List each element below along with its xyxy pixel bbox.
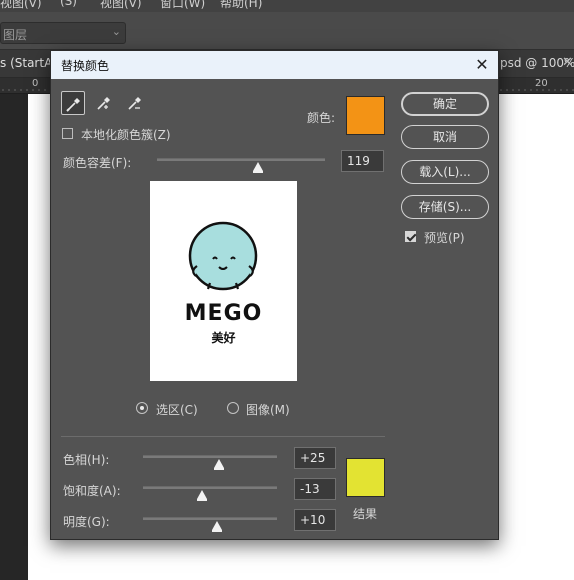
preview-brand-text: MEGO bbox=[184, 301, 263, 326]
localized-clusters-checkbox[interactable] bbox=[62, 128, 73, 139]
lightness-slider-thumb[interactable] bbox=[211, 521, 222, 532]
menu-item[interactable]: 视图(V) bbox=[100, 0, 142, 11]
preview-brand-subtext: 美好 bbox=[211, 331, 236, 345]
fuzziness-slider-thumb[interactable] bbox=[252, 162, 263, 173]
saturation-label: 饱和度(A): bbox=[63, 484, 121, 498]
saturation-slider-thumb[interactable] bbox=[196, 490, 207, 501]
lightness-label: 明度(G): bbox=[63, 515, 110, 529]
dialog-titlebar: 替换颜色 ✕ bbox=[51, 51, 498, 79]
lightness-input[interactable]: +10 bbox=[294, 509, 336, 531]
eyedropper-plus-icon bbox=[97, 97, 110, 110]
color-swatch[interactable] bbox=[346, 96, 385, 135]
eyedropper-minus-icon bbox=[128, 97, 141, 110]
selection-preview: MEGO 美好 bbox=[150, 181, 297, 381]
eyedropper-tool[interactable] bbox=[61, 91, 85, 115]
image-radio-label: 图像(M) bbox=[246, 403, 290, 417]
eyedropper-icon bbox=[66, 98, 80, 112]
menu-item[interactable]: 帮助(H) bbox=[220, 0, 262, 11]
preview-label: 预览(P) bbox=[424, 231, 465, 245]
mego-mascot-image bbox=[188, 221, 258, 291]
layer-select-value: 图层 bbox=[3, 28, 28, 42]
image-radio[interactable] bbox=[227, 402, 239, 414]
ok-button[interactable]: 确定 bbox=[401, 92, 489, 116]
close-icon[interactable]: ✕ bbox=[470, 53, 494, 77]
ps-tool-panel bbox=[0, 94, 28, 580]
fuzziness-input[interactable]: 119 bbox=[341, 150, 384, 172]
add-eyedropper-tool[interactable] bbox=[92, 91, 116, 115]
fuzziness-slider-track[interactable] bbox=[157, 158, 325, 161]
color-label: 颜色: bbox=[307, 111, 336, 125]
save-button[interactable]: 存储(S)... bbox=[401, 195, 489, 219]
saturation-input[interactable]: -13 bbox=[294, 478, 336, 500]
result-swatch[interactable] bbox=[346, 458, 385, 497]
section-divider bbox=[61, 436, 385, 437]
preview-checkbox[interactable] bbox=[405, 231, 416, 242]
fuzziness-label: 颜色容差(F): bbox=[63, 156, 132, 170]
dialog-title: 替换颜色 bbox=[61, 59, 110, 73]
menu-item[interactable]: 视图(V) bbox=[0, 0, 42, 11]
replace-color-dialog: 替换颜色 ✕ 本地化颜色簇(Z) 颜色: 颜色容差(F): 119 MEGO 美… bbox=[50, 50, 499, 540]
load-button[interactable]: 载入(L)... bbox=[401, 160, 489, 184]
close-icon[interactable]: ✕ bbox=[562, 55, 573, 70]
menu-item[interactable]: (S) bbox=[60, 0, 77, 8]
result-label: 结果 bbox=[353, 507, 378, 521]
hue-slider-track[interactable] bbox=[143, 455, 277, 458]
ps-menu-bar: 视图(V) (S) 视图(V) 窗口(W) 帮助(H) bbox=[0, 0, 574, 12]
cancel-button[interactable]: 取消 bbox=[401, 125, 489, 149]
selection-radio[interactable] bbox=[136, 402, 148, 414]
menu-item[interactable]: 窗口(W) bbox=[160, 0, 205, 11]
saturation-slider-track[interactable] bbox=[143, 486, 277, 489]
ruler-tick: 0 bbox=[32, 78, 39, 89]
localized-clusters-label: 本地化颜色簇(Z) bbox=[81, 128, 171, 142]
layer-select[interactable]: 图层 ⌄ bbox=[0, 22, 126, 44]
selection-radio-label: 选区(C) bbox=[156, 403, 198, 417]
subtract-eyedropper-tool[interactable] bbox=[123, 91, 147, 115]
hue-slider-thumb[interactable] bbox=[214, 459, 225, 470]
ruler-tick: 20 bbox=[535, 78, 548, 89]
hue-input[interactable]: +25 bbox=[294, 447, 336, 469]
lightness-slider-track[interactable] bbox=[143, 517, 277, 520]
chevron-down-icon: ⌄ bbox=[111, 25, 121, 38]
hue-label: 色相(H): bbox=[63, 453, 110, 467]
